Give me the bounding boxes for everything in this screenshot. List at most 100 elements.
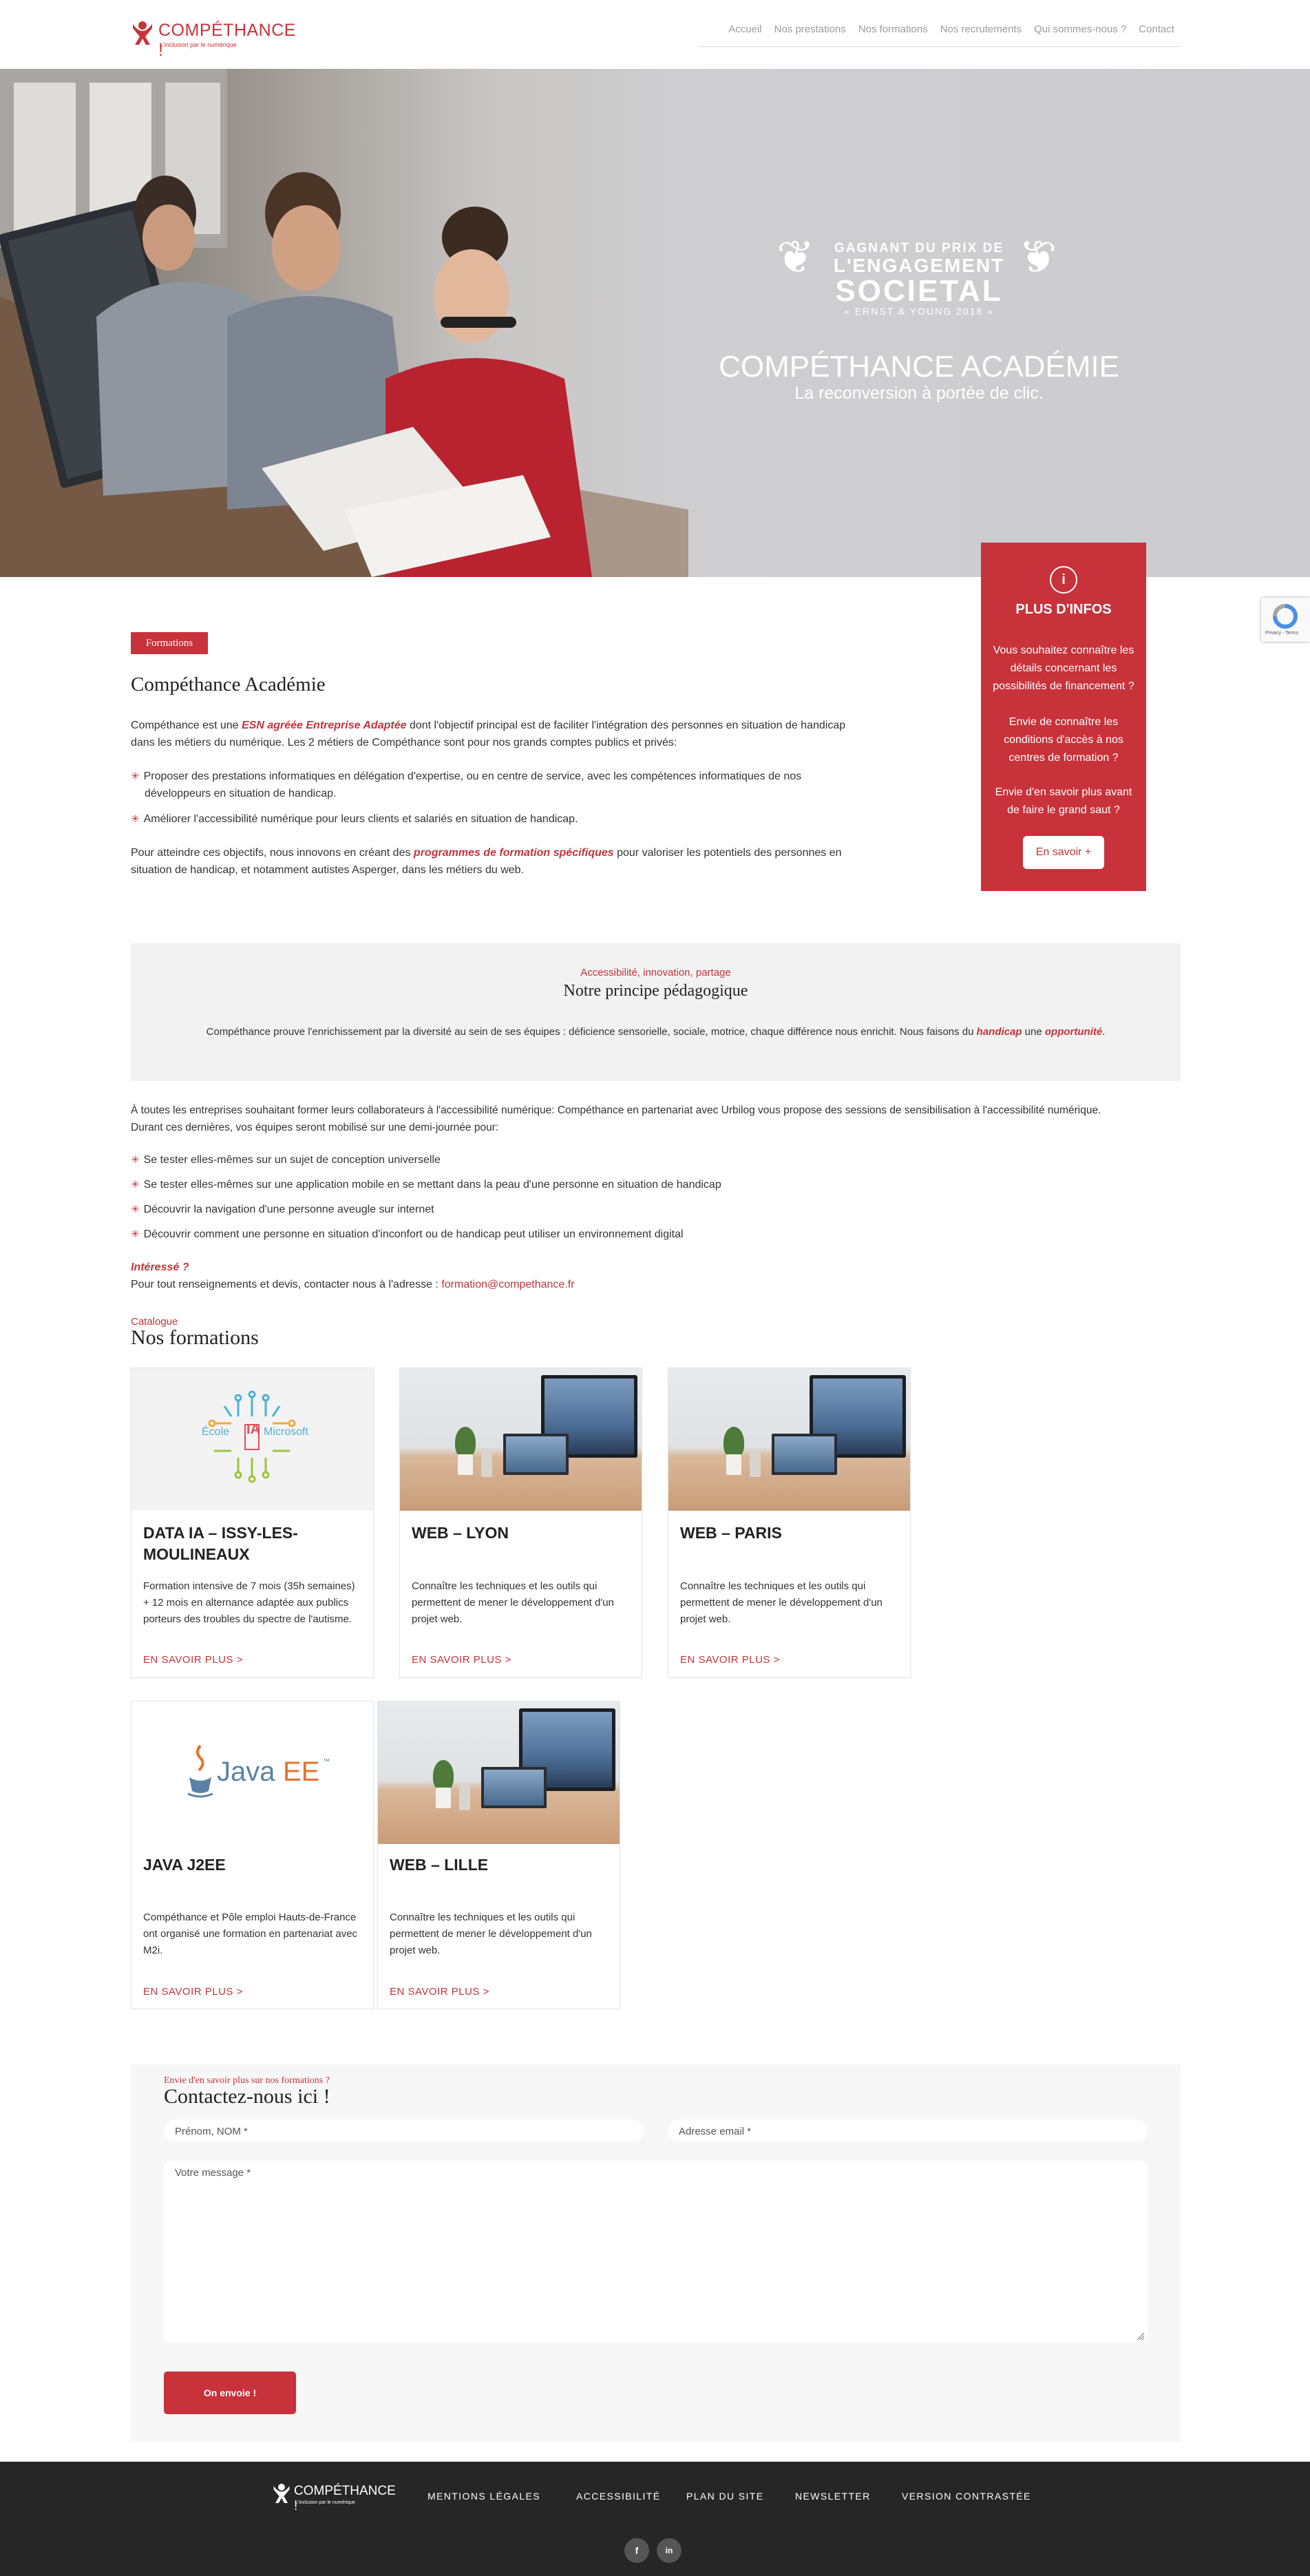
awareness-item-2-text: Se tester elles-mêmes sur une applicatio… (143, 1179, 721, 1191)
more-info-box: i PLUS D'INFOS Vous souhaitez connaître … (981, 543, 1146, 891)
desk-laptop-image (668, 1368, 910, 1511)
awareness-item-2: ✳ Se tester elles-mêmes sur une applicati… (131, 1176, 721, 1193)
opportunity-highlight: opportunité (1044, 1026, 1103, 1038)
contact-title: Contactez-nous ici ! (164, 2085, 330, 2108)
awareness-item-1: ✳ Se tester elles-mêmes sur un sujet de c… (131, 1151, 441, 1169)
java-ee-logo-image: Java EE ™ (131, 1701, 373, 1844)
course-description: Connaître les techniques et les outils q… (680, 1580, 883, 1625)
brand-name: COMPÉTHANCE ! (158, 21, 296, 60)
course-card-java-j2ee[interactable]: Java EE ™ JAVA J2EE Compéthance et Pôle … (131, 1701, 374, 2009)
awareness-contact: Pour tout renseignements et devis, conta… (131, 1276, 575, 1293)
recaptcha-icon (1273, 604, 1298, 629)
course-more-link[interactable]: EN SAVOIR PLUS > (143, 1986, 243, 1998)
resize-handle-icon[interactable] (1136, 2332, 1145, 2341)
main-nav: Accueil Nos prestations Nos formations N… (699, 21, 1181, 47)
intro-paragraph: Compéthance est une ESN agréée Entrepris… (131, 717, 888, 751)
home-logo-link[interactable]: COMPÉTHANCE ! L'inclusion par le numériq… (131, 19, 295, 60)
awareness-text-2: Durant ces dernières, vos équipes seront… (131, 1122, 499, 1133)
asterisk-icon: ✳ (131, 1204, 140, 1215)
award-line-1: GAGNANT DU PRIX DE (834, 241, 1004, 255)
pedagogy-text-c: . (1102, 1026, 1106, 1038)
nav-item-prestations[interactable]: Nos prestations (768, 21, 852, 46)
course-description: Connaître les techniques et les outils q… (390, 1912, 592, 1956)
message-field[interactable]: Votre message * (164, 2161, 1148, 2343)
more-info-access: Envie de connaître les conditions d'accè… (1004, 716, 1123, 764)
pedagogy-text-a: Compéthance prouve l'enrichissement par … (206, 1026, 977, 1038)
linkedin-icon[interactable]: in (657, 2538, 682, 2563)
awareness-item-1-text: Se tester elles-mêmes sur un sujet de co… (143, 1154, 441, 1166)
desk-laptop-image (400, 1368, 642, 1511)
bullet-2-text: Améliorer l'accessibilité numérique pour… (143, 813, 578, 825)
course-card-web-paris[interactable]: WEB – PARIS Connaître les techniques et … (668, 1368, 911, 1678)
footer-link-newsletter[interactable]: NEWSLETTER (795, 2491, 871, 2502)
catalog-title: Nos formations (131, 1326, 259, 1349)
course-more-link[interactable]: EN SAVOIR PLUS > (412, 1654, 511, 1666)
info-icon: i (1050, 566, 1077, 594)
recaptcha-badge[interactable]: Privacy - Terms (1261, 598, 1310, 642)
nav-item-qui-sommes-nous[interactable]: Qui sommes-nous ? (1028, 21, 1132, 46)
course-card-data-ia[interactable]: École IA Microsoft DATA IA – ISSY-LES-MO… (131, 1368, 374, 1678)
nav-item-contact[interactable]: Contact (1132, 21, 1181, 46)
awareness-item-4: ✳ Découvrir comment une personne en situa… (131, 1226, 684, 1243)
asterisk-icon: ✳ (131, 1179, 140, 1191)
course-title: WEB – LYON (412, 1524, 509, 1542)
footer-link-mentions[interactable]: MENTIONS LÉGALES (427, 2491, 540, 2502)
footer-link-version-contrastee[interactable]: VERSION CONTRASTÉE (902, 2491, 1031, 2502)
course-title: DATA IA – ISSY-LES-MOULINEAUX (143, 1524, 298, 1563)
nav-item-recrutements[interactable]: Nos recrutements (934, 21, 1028, 46)
nav-item-accueil[interactable]: Accueil (722, 21, 768, 46)
interest-label: Intéressé ? (131, 1261, 189, 1273)
pedagogy-kicker: Accessibilité, innovation, partage (580, 967, 731, 978)
course-title: WEB – PARIS (680, 1524, 782, 1542)
submit-button[interactable]: On envoie ! (164, 2371, 296, 2414)
intro-bullet-1: ✳ Proposer des prestations informatiques … (131, 768, 888, 802)
awareness-item-3: ✳ Découvrir la navigation d'une personne … (131, 1201, 434, 1218)
objectives-text-a: Pour atteindre ces objectifs, nous innov… (131, 847, 414, 859)
academy-heading: Compéthance Académie (131, 673, 326, 695)
footer-link-accessibilite[interactable]: ACCESSIBILITÉ (576, 2491, 660, 2502)
course-more-link[interactable]: EN SAVOIR PLUS > (143, 1654, 243, 1666)
course-card-web-lille[interactable]: WEB – LILLE Connaître les techniques et … (377, 1701, 620, 2009)
pedagogy-text: Compéthance prouve l'enrichissement par … (131, 1026, 1181, 1038)
more-info-financing: Vous souhaitez connaître les détails con… (993, 645, 1134, 692)
asterisk-icon: ✳ (131, 813, 140, 825)
award-line-4: « ERNST & YOUNG 2018 » (844, 306, 994, 317)
brand-tagline: L'inclusion par le numérique (160, 41, 237, 48)
formations-tag[interactable]: Formations (131, 632, 208, 654)
training-email-link[interactable]: formation@compethance.fr (441, 1279, 574, 1290)
course-more-link[interactable]: EN SAVOIR PLUS > (680, 1654, 780, 1666)
email-field[interactable]: Adresse email * (668, 2119, 1148, 2142)
handicap-highlight: handicap (976, 1026, 1022, 1038)
facebook-icon[interactable]: f (624, 2538, 649, 2563)
awareness-contact-text: Pour tout renseignements et devis, conta… (131, 1279, 442, 1290)
footer-brand-name: COMPÉTHANCE ! (294, 2484, 396, 2513)
asterisk-icon: ✳ (131, 771, 140, 782)
intro-text-a: Compéthance est une (131, 720, 242, 731)
footer-logo-link[interactable]: COMPÉTHANCE ! L'inclusion par le numériq… (272, 2482, 403, 2513)
name-field[interactable]: Prénom, NOM * (164, 2119, 644, 2142)
learn-more-button[interactable]: En savoir + (1023, 836, 1104, 869)
footer-brand-tagline: L'inclusion par le numérique (295, 2500, 355, 2505)
footer-link-plan-du-site[interactable]: PLAN DU SITE (686, 2491, 764, 2502)
logo-ecole-text: École (202, 1426, 230, 1438)
java-cup-icon (188, 1744, 213, 1798)
asterisk-icon: ✳ (131, 1154, 140, 1166)
pedagogy-text-b: une (1022, 1026, 1045, 1038)
ecole-ia-logo-image: École IA Microsoft (131, 1368, 373, 1511)
pedagogy-title: Notre principe pédagogique (563, 982, 748, 1000)
course-description: Connaître les techniques et les outils q… (412, 1580, 614, 1625)
person-icon (273, 2484, 290, 2503)
course-more-link[interactable]: EN SAVOIR PLUS > (390, 1986, 489, 1998)
logo-tm-text: ™ (323, 1758, 330, 1766)
asterisk-icon: ✳ (131, 1228, 140, 1240)
intro-esn-highlight: ESN agréée Entreprise Adaptée (242, 720, 407, 731)
objectives-text-b: pour valoriser les potentiels des person… (613, 847, 842, 859)
intro-text-c: dans les métiers du numérique. Les 2 mét… (131, 737, 677, 748)
course-description: Formation intensive de 7 mois (35h semai… (143, 1580, 355, 1625)
hero-title: COMPÉTHANCE ACADÉMIE (719, 350, 1119, 384)
logo-ee-text: EE (283, 1757, 320, 1787)
nav-item-formations[interactable]: Nos formations (852, 21, 934, 46)
course-card-web-lyon[interactable]: WEB – LYON Connaître les techniques et l… (399, 1368, 642, 1678)
bullet-1-text-a: Proposer des prestations informatiques e… (143, 771, 802, 782)
awareness-item-3-text: Découvrir la navigation d'une personne a… (143, 1204, 434, 1215)
